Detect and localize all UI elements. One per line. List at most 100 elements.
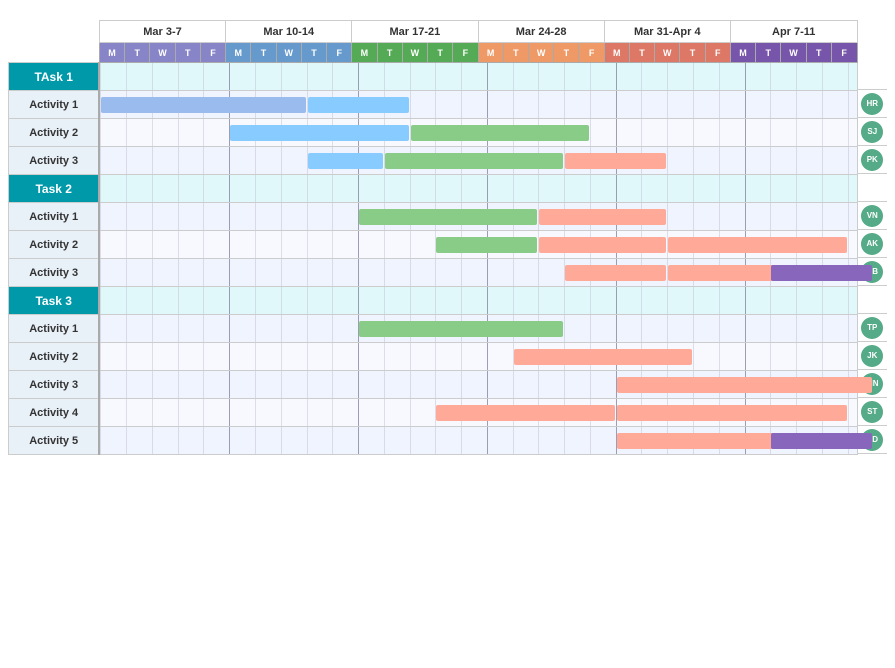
bar-area — [99, 315, 857, 343]
activity-row-7: Activity 3 — [9, 259, 858, 287]
day-header-w4-d0: M — [604, 43, 629, 63]
week-header-3: Mar 24-28 — [478, 21, 604, 43]
row-label: Activity 2 — [9, 231, 100, 259]
row-label: Activity 3 — [9, 259, 100, 287]
activity-row-13: Activity 5 — [9, 427, 858, 455]
bar-area — [99, 343, 857, 371]
row-label: Activity 2 — [9, 119, 100, 147]
day-header-w0-d4: F — [200, 43, 225, 63]
day-header-w1-d2: W — [276, 43, 301, 63]
avatar-SJ: SJ — [861, 121, 883, 143]
activity-row-3: Activity 3 — [9, 147, 858, 175]
bar-area — [99, 63, 857, 91]
day-header-w5-d2: W — [781, 43, 806, 63]
row-label: Activity 1 — [9, 91, 100, 119]
day-header-w0-d3: T — [175, 43, 200, 63]
page: Mar 3-7Mar 10-14Mar 17-21Mar 24-28Mar 31… — [0, 0, 895, 465]
avatar-ST: ST — [861, 401, 883, 423]
bar-area — [99, 399, 857, 427]
row-label: Activity 1 — [9, 315, 100, 343]
activity-row-2: Activity 2 — [9, 119, 858, 147]
gantt-bar — [668, 237, 846, 253]
day-header-w2-d2: W — [402, 43, 427, 63]
day-header-w5-d3: T — [806, 43, 831, 63]
activity-row-6: Activity 2 — [9, 231, 858, 259]
day-header-w1-d4: F — [327, 43, 352, 63]
day-header-w0-d1: T — [125, 43, 150, 63]
task-row-4: Task 2 — [9, 175, 858, 203]
week-header-2: Mar 17-21 — [352, 21, 478, 43]
activity-row-9: Activity 1 — [9, 315, 858, 343]
activity-row-1: Activity 1 — [9, 91, 858, 119]
gantt-bar — [101, 97, 305, 113]
day-header-w1-d1: T — [251, 43, 276, 63]
day-header-w3-d1: T — [503, 43, 528, 63]
bar-area — [99, 175, 857, 203]
day-header-w4-d4: F — [705, 43, 730, 63]
week-header-row: Mar 3-7Mar 10-14Mar 17-21Mar 24-28Mar 31… — [9, 21, 858, 43]
gantt-chart: Mar 3-7Mar 10-14Mar 17-21Mar 24-28Mar 31… — [8, 20, 887, 455]
day-header-w4-d1: T — [629, 43, 654, 63]
activity-row-12: Activity 4 — [9, 399, 858, 427]
gantt-bar — [359, 209, 537, 225]
gantt-bar — [359, 321, 563, 337]
row-label: TAsk 1 — [9, 63, 100, 91]
gantt-bar — [308, 97, 409, 113]
day-header-w3-d3: T — [554, 43, 579, 63]
activity-row-10: Activity 2 — [9, 343, 858, 371]
bar-area — [99, 259, 857, 287]
day-header-w2-d1: T — [377, 43, 402, 63]
day-header-w4-d2: W — [655, 43, 680, 63]
row-label: Activity 1 — [9, 203, 100, 231]
bar-area — [99, 119, 857, 147]
week-header-5: Apr 7-11 — [730, 21, 857, 43]
row-label: Task 3 — [9, 287, 100, 315]
gantt-bar — [436, 405, 614, 421]
week-header-1: Mar 10-14 — [226, 21, 352, 43]
gantt-bar — [385, 153, 563, 169]
avatar-VN: VN — [861, 205, 883, 227]
avatar-AK: AK — [861, 233, 883, 255]
bar-area — [99, 371, 857, 399]
gantt-bar — [771, 265, 872, 281]
day-header-w2-d0: M — [352, 43, 377, 63]
day-header-w2-d3: T — [428, 43, 453, 63]
week-header-0: Mar 3-7 — [99, 21, 225, 43]
gantt-bar — [617, 405, 847, 421]
bar-area — [99, 231, 857, 259]
gantt-bar — [411, 125, 589, 141]
avatar-JK: JK — [861, 345, 883, 367]
gantt-bar — [514, 349, 692, 365]
day-header-w3-d0: M — [478, 43, 503, 63]
day-header-w5-d4: F — [831, 43, 857, 63]
bar-area — [99, 427, 857, 455]
gantt-bar — [539, 209, 666, 225]
day-header-row: MTWTFMTWTFMTWTFMTWTFMTWTFMTWTF — [9, 43, 858, 63]
gantt-bar — [565, 265, 666, 281]
gantt-table: Mar 3-7Mar 10-14Mar 17-21Mar 24-28Mar 31… — [8, 20, 858, 455]
gantt-bar — [771, 433, 872, 449]
avatar-HR: HR — [861, 93, 883, 115]
week-header-4: Mar 31-Apr 4 — [604, 21, 730, 43]
bar-area — [99, 147, 857, 175]
row-label: Activity 4 — [9, 399, 100, 427]
bar-area — [99, 91, 857, 119]
day-header-w4-d3: T — [680, 43, 705, 63]
day-header-w0-d2: W — [150, 43, 175, 63]
row-label: Activity 2 — [9, 343, 100, 371]
row-label: Activity 3 — [9, 371, 100, 399]
gantt-bar — [539, 237, 666, 253]
day-header-w1-d3: T — [301, 43, 326, 63]
day-header-w3-d2: W — [528, 43, 553, 63]
bar-area — [99, 287, 857, 315]
task-row-8: Task 3 — [9, 287, 858, 315]
row-label: Activity 5 — [9, 427, 100, 455]
gantt-bar — [436, 237, 537, 253]
day-header-w1-d0: M — [226, 43, 251, 63]
row-label: Task 2 — [9, 175, 100, 203]
gantt-bar — [617, 377, 873, 393]
avatar-TP: TP — [861, 317, 883, 339]
task-row-0: TAsk 1 — [9, 63, 858, 91]
gantt-bar — [230, 125, 408, 141]
bar-area — [99, 203, 857, 231]
